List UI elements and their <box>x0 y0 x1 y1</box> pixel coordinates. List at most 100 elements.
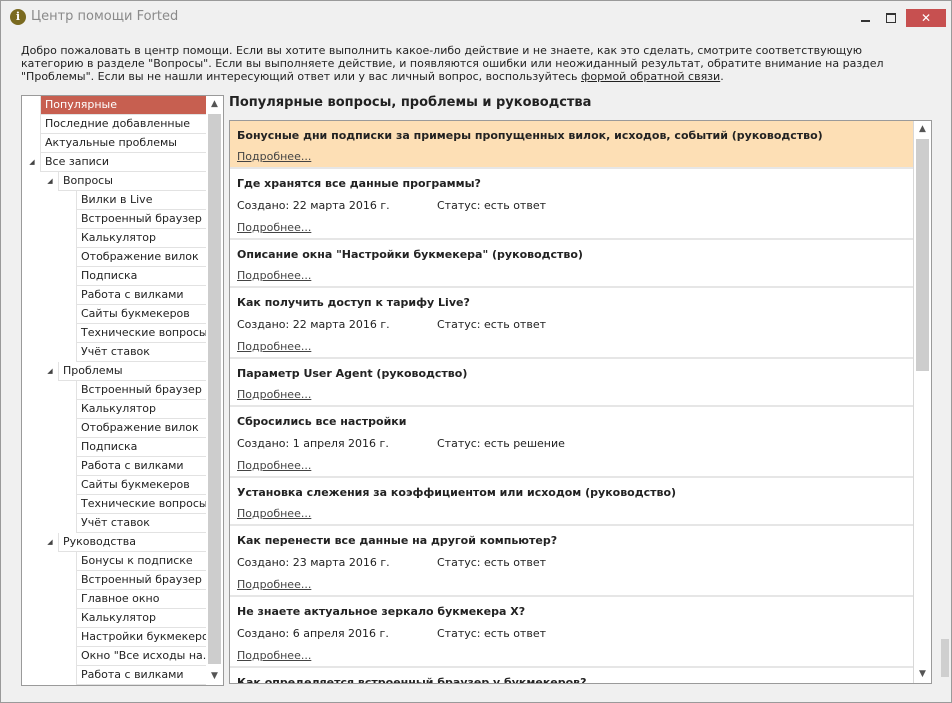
tree-item-label: Подписка <box>81 440 138 453</box>
tree-item[interactable]: Вопросы <box>58 172 206 191</box>
article-card[interactable]: Где хранятся все данные программы? Создан… <box>230 169 913 240</box>
feedback-form-link[interactable]: формой обратной связи <box>581 70 720 83</box>
tree-item-label: Вопросы <box>63 174 113 187</box>
tree-item[interactable]: Последние добавленные <box>40 115 206 134</box>
read-more-link[interactable]: Подробнее... <box>237 459 311 472</box>
article-title: Как определяется встроенный браузер у бу… <box>237 676 587 684</box>
tree-item[interactable]: Подписка <box>76 438 206 457</box>
tree-item[interactable]: Работа с вилками <box>76 286 206 305</box>
scroll-up-arrow-icon[interactable]: ▲ <box>206 96 223 113</box>
read-more-link[interactable]: Подробнее... <box>237 340 311 353</box>
article-card[interactable]: Параметр User Agent (руководство) Подробн… <box>230 359 913 407</box>
tree-item[interactable]: Окно "Все исходы на... <box>76 647 206 666</box>
article-title: Установка слежения за коэффициентом или … <box>237 486 677 499</box>
window-title: Центр помощи Forted <box>31 9 179 24</box>
scroll-down-arrow-icon[interactable]: ▼ <box>914 666 931 683</box>
tree-item-label: Подписка <box>81 269 138 282</box>
tree-item-label: Все записи <box>45 155 109 168</box>
article-created-date: Создано: 22 марта 2016 г. <box>237 318 390 331</box>
tree-item[interactable]: Встроенный браузер <box>76 571 206 590</box>
article-title: Где хранятся все данные программы? <box>237 177 481 190</box>
tree-item[interactable]: Настройки букмекеров <box>76 628 206 647</box>
minimize-button[interactable] <box>852 7 878 27</box>
article-title: Параметр User Agent (руководство) <box>237 367 468 380</box>
tree-expand-arrow-icon[interactable]: ◢ <box>45 538 55 546</box>
tree-item-label: Учёт ставок <box>81 516 150 529</box>
tree-item[interactable]: Все записи <box>40 153 206 172</box>
tree-item[interactable]: Главное окно <box>76 590 206 609</box>
close-button[interactable]: ✕ <box>906 9 946 27</box>
tree-item-label: Настройки букмекеров <box>81 630 206 643</box>
article-status: Статус: есть решение <box>437 437 565 450</box>
article-card[interactable]: Установка слежения за коэффициентом или … <box>230 478 913 526</box>
tree-item-label: Сайты букмекеров <box>81 307 190 320</box>
article-title: Сбросились все настройки <box>237 415 407 428</box>
tree-item[interactable]: Вилки в Live <box>76 191 206 210</box>
tree-expand-arrow-icon[interactable]: ◢ <box>45 177 55 185</box>
tree-item-label: Калькулятор <box>81 402 156 415</box>
category-tree[interactable]: ▲ ▼ Популярные Последние добавленные Актуа… <box>21 95 224 686</box>
tree-item[interactable]: Калькулятор <box>76 229 206 248</box>
window-edge-scrollbar-thumb[interactable] <box>941 639 949 677</box>
tree-item[interactable]: Сайты букмекеров <box>76 305 206 324</box>
tree-item[interactable]: Руководства <box>58 533 206 552</box>
article-card[interactable]: Описание окна "Настройки букмекера" (рук… <box>230 240 913 288</box>
scroll-up-arrow-icon[interactable]: ▲ <box>914 121 931 138</box>
close-icon: ✕ <box>920 11 932 25</box>
tree-item-label: Главное окно <box>81 592 160 605</box>
article-card[interactable]: Как получить доступ к тарифу Live? Создан… <box>230 288 913 359</box>
tree-item[interactable]: Актуальные проблемы <box>40 134 206 153</box>
tree-scrollbar[interactable]: ▲ ▼ <box>205 96 223 685</box>
tree-item[interactable]: Подписка <box>76 267 206 286</box>
title-bar: i Центр помощи Forted ✕ <box>1 1 951 34</box>
read-more-link[interactable]: Подробнее... <box>237 388 311 401</box>
read-more-link[interactable]: Подробнее... <box>237 578 311 591</box>
tree-item[interactable]: Учёт ставок <box>76 514 206 533</box>
articles-list[interactable]: Бонусные дни подписки за примеры пропуще… <box>229 120 932 684</box>
tree-item[interactable]: Учёт ставок <box>76 343 206 362</box>
tree-scrollbar-thumb[interactable] <box>208 114 221 664</box>
article-title: Описание окна "Настройки букмекера" (рук… <box>237 248 583 261</box>
maximize-button[interactable] <box>878 7 904 27</box>
read-more-link[interactable]: Подробнее... <box>237 649 311 662</box>
read-more-link[interactable]: Подробнее... <box>237 269 311 282</box>
scroll-down-arrow-icon[interactable]: ▼ <box>206 668 223 685</box>
intro-text-body: Добро пожаловать в центр помощи. Если вы… <box>21 44 884 83</box>
read-more-link[interactable]: Подробнее... <box>237 507 311 520</box>
list-scrollbar-thumb[interactable] <box>916 139 929 371</box>
tree-item[interactable]: Работа с вилками <box>76 457 206 476</box>
window-edge-scrollbar[interactable] <box>939 119 951 683</box>
tree-expand-arrow-icon[interactable]: ◢ <box>27 158 37 166</box>
article-status: Статус: есть ответ <box>437 318 546 331</box>
article-card[interactable]: Как определяется встроенный браузер у бу… <box>230 668 913 684</box>
tree-item[interactable]: Бонусы к подписке <box>76 552 206 571</box>
tree-item[interactable]: Калькулятор <box>76 400 206 419</box>
tree-item-label: Актуальные проблемы <box>45 136 177 149</box>
tree-item[interactable]: Проблемы <box>58 362 206 381</box>
read-more-link[interactable]: Подробнее... <box>237 221 311 234</box>
tree-item[interactable]: Сайты букмекеров <box>76 476 206 495</box>
tree-item[interactable]: Работа с вилками <box>76 666 206 685</box>
tree-item[interactable]: Популярные <box>40 96 206 115</box>
tree-item[interactable]: Технические вопросы <box>76 495 206 514</box>
list-scrollbar[interactable]: ▲ ▼ <box>913 121 931 683</box>
read-more-link[interactable]: Подробнее... <box>237 150 311 163</box>
tree-item-label: Популярные <box>45 98 117 111</box>
article-card[interactable]: Сбросились все настройки Создано: 1 апрел… <box>230 407 913 478</box>
tree-item[interactable]: Калькулятор <box>76 609 206 628</box>
tree-item[interactable]: Встроенный браузер <box>76 210 206 229</box>
article-card[interactable]: Как перенести все данные на другой компь… <box>230 526 913 597</box>
intro-text-end: . <box>720 70 724 83</box>
article-title: Не знаете актуальное зеркало букмекера X… <box>237 605 526 618</box>
tree-expand-arrow-icon[interactable]: ◢ <box>45 367 55 375</box>
help-center-window: i Центр помощи Forted ✕ Добро пожаловать… <box>0 0 952 703</box>
tree-item-label: Работа с вилками <box>81 288 184 301</box>
tree-item-label: Калькулятор <box>81 231 156 244</box>
article-card[interactable]: Не знаете актуальное зеркало букмекера X… <box>230 597 913 668</box>
article-created-date: Создано: 1 апреля 2016 г. <box>237 437 389 450</box>
tree-item[interactable]: Встроенный браузер <box>76 381 206 400</box>
tree-item[interactable]: Технические вопросы <box>76 324 206 343</box>
article-card[interactable]: Бонусные дни подписки за примеры пропуще… <box>230 121 913 169</box>
tree-item[interactable]: Отображение вилок <box>76 419 206 438</box>
tree-item[interactable]: Отображение вилок <box>76 248 206 267</box>
